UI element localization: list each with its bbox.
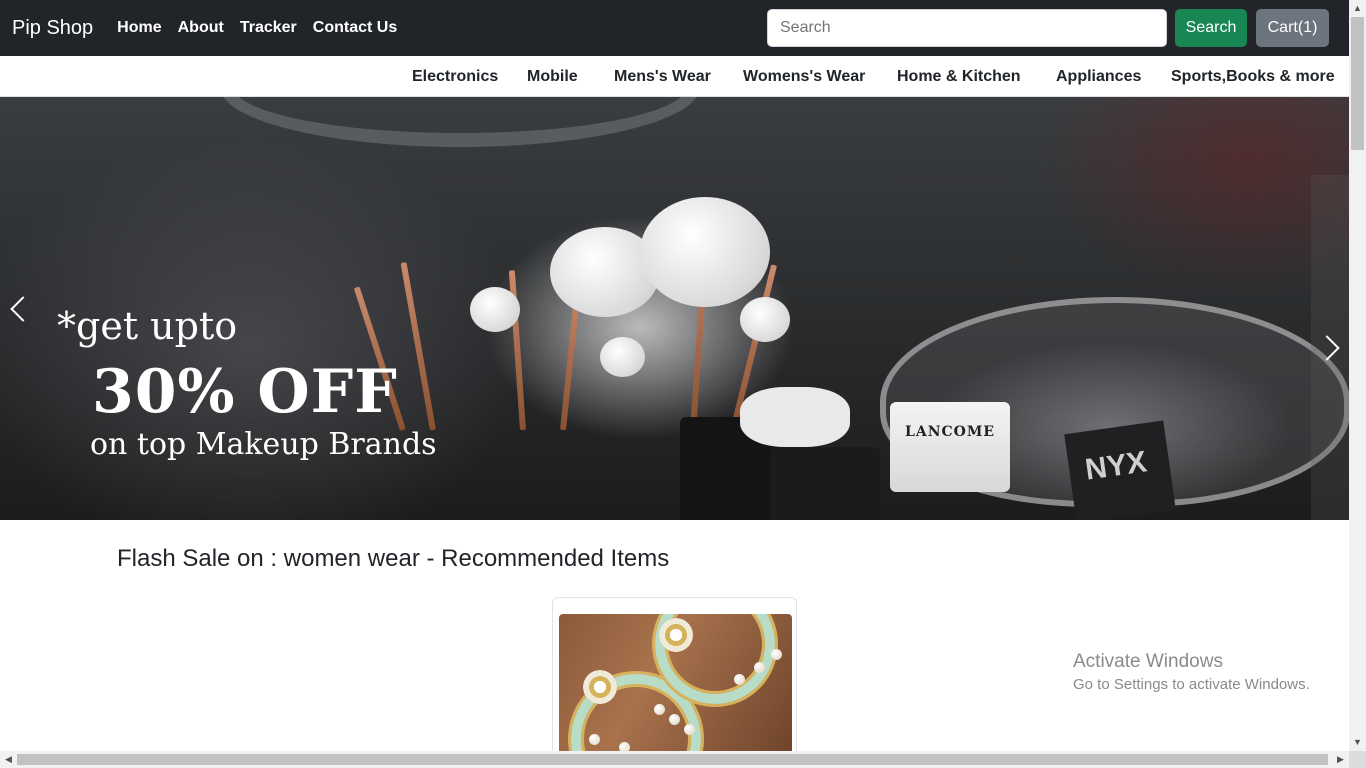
scroll-down-icon[interactable]: ▼: [1349, 734, 1366, 751]
earring-stud: [659, 618, 693, 652]
scroll-up-icon[interactable]: ▲: [1349, 0, 1366, 17]
promo-line-2: 30% OFF: [92, 357, 398, 427]
category-mens-wear[interactable]: Mens's Wear: [614, 56, 711, 97]
scroll-right-icon[interactable]: ▶: [1332, 751, 1349, 768]
horizontal-scrollbar[interactable]: ◀ ▶: [0, 751, 1349, 768]
brush-shape: [400, 262, 436, 431]
pearl: [669, 714, 680, 725]
vertical-scrollbar[interactable]: ▲ ▼: [1349, 0, 1366, 768]
nav-links: Home About Tracker Contact Us: [109, 19, 405, 37]
scroll-left-icon[interactable]: ◀: [0, 751, 17, 768]
vertical-scroll-thumb[interactable]: [1351, 17, 1364, 150]
makeup-jar: [740, 387, 850, 447]
pearl: [754, 662, 765, 673]
category-appliances[interactable]: Appliances: [1056, 56, 1141, 97]
category-sports-books[interactable]: Sports,Books & more: [1171, 56, 1335, 97]
category-mobile[interactable]: Mobile: [527, 56, 578, 97]
product-image[interactable]: [559, 614, 792, 754]
product-card[interactable]: [552, 597, 797, 757]
nav-link-tracker[interactable]: Tracker: [232, 19, 305, 37]
nav-link-contact[interactable]: Contact Us: [305, 19, 405, 37]
chevron-right-icon: [1314, 334, 1340, 361]
cotton-puff: [600, 337, 645, 377]
promo-carousel: LANCOME NYX *get upto 30% OFF on top Mak…: [0, 97, 1349, 520]
horizontal-scroll-thumb[interactable]: [17, 754, 1328, 765]
windows-watermark-title: Activate Windows: [1073, 651, 1223, 672]
carousel-prev-button[interactable]: [0, 97, 40, 520]
promo-line-3: on top Makeup Brands: [90, 427, 437, 462]
search-button[interactable]: Search: [1175, 9, 1247, 47]
cotton-puff: [740, 297, 790, 342]
lancome-bottle: LANCOME: [890, 402, 1010, 492]
pearl: [589, 734, 600, 745]
pearl: [654, 704, 665, 715]
page: Pip Shop Home About Tracker Contact Us S…: [0, 0, 1366, 768]
cotton-puff: [640, 197, 770, 307]
nav-link-home[interactable]: Home: [109, 19, 169, 37]
chevron-left-icon: [10, 295, 36, 322]
nav-link-about[interactable]: About: [170, 19, 232, 37]
category-home-kitchen[interactable]: Home & Kitchen: [897, 56, 1021, 97]
makeup-jar: [770, 447, 880, 520]
category-navbar: Electronics Mobile Mens's Wear Womens's …: [0, 56, 1349, 97]
cart-button[interactable]: Cart(1): [1256, 9, 1329, 47]
cotton-puff: [470, 287, 520, 332]
pearl: [771, 649, 782, 660]
nyx-product: NYX: [1064, 420, 1176, 520]
windows-watermark-subtitle: Go to Settings to activate Windows.: [1073, 676, 1310, 693]
search-input[interactable]: [767, 9, 1167, 47]
pearl: [684, 724, 695, 735]
section-title: Flash Sale on : women wear - Recommended…: [117, 545, 670, 572]
pearl: [734, 674, 745, 685]
brand-logo[interactable]: Pip Shop: [12, 17, 93, 40]
promo-line-1: *get upto: [57, 304, 238, 348]
mirror-shape: [220, 97, 700, 147]
earring-stud: [583, 670, 617, 704]
category-womens-wear[interactable]: Womens's Wear: [743, 56, 865, 97]
top-navbar: Pip Shop Home About Tracker Contact Us S…: [0, 0, 1349, 56]
category-electronics[interactable]: Electronics: [412, 56, 498, 97]
scrollbar-corner: [1349, 751, 1366, 768]
carousel-next-button[interactable]: [1311, 175, 1349, 520]
